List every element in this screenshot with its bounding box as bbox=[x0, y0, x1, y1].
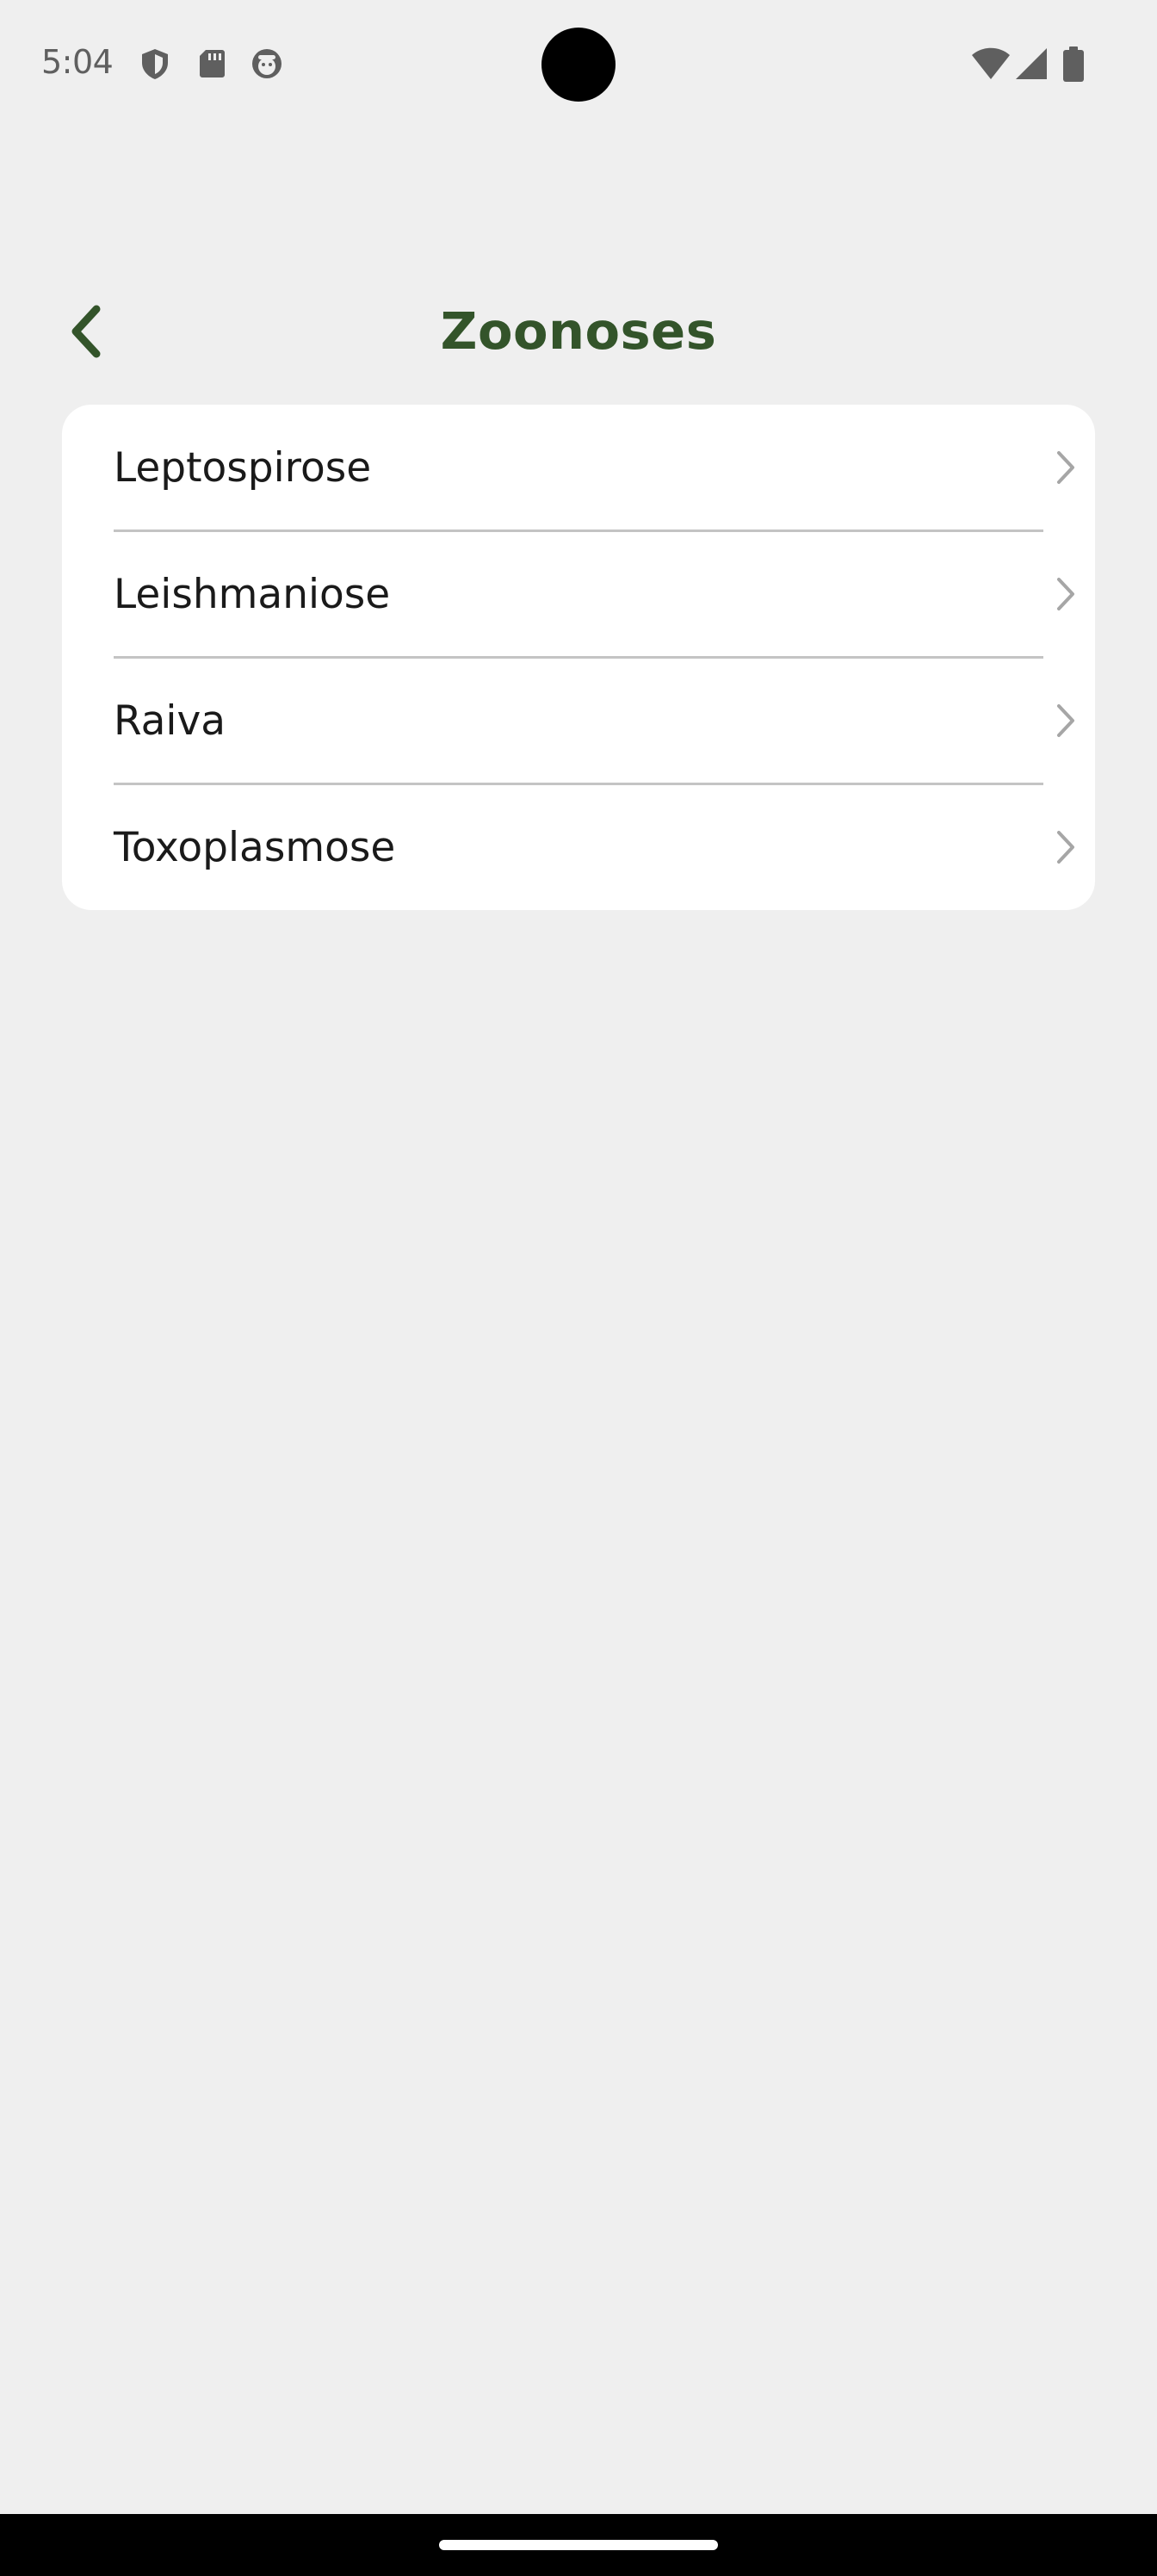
list-item-label: Raiva bbox=[114, 697, 226, 745]
cellular-signal-icon bbox=[1014, 46, 1049, 81]
chevron-right-icon bbox=[1054, 449, 1078, 486]
wifi-icon bbox=[971, 46, 1011, 83]
status-time: 5:04 bbox=[41, 43, 114, 81]
list-item-raiva[interactable]: Raiva bbox=[62, 658, 1095, 784]
shield-icon bbox=[138, 46, 172, 81]
zoonoses-list: Leptospirose Leishmaniose Raiva Toxoplas… bbox=[62, 405, 1095, 910]
chevron-right-icon bbox=[1054, 576, 1078, 612]
status-bar: 5:04 bbox=[0, 0, 1157, 129]
battery-icon bbox=[1062, 46, 1085, 83]
face-icon bbox=[250, 46, 284, 81]
home-indicator[interactable] bbox=[439, 2540, 718, 2550]
list-item-label: Toxoplasmose bbox=[114, 824, 396, 871]
list-item-label: Leptospirose bbox=[114, 444, 372, 492]
page-title: Zoonoses bbox=[440, 301, 717, 361]
list-item-label: Leishmaniose bbox=[114, 571, 391, 618]
list-item-toxoplasmose[interactable]: Toxoplasmose bbox=[62, 784, 1095, 910]
list-item-leishmaniose[interactable]: Leishmaniose bbox=[62, 531, 1095, 658]
list-item-leptospirose[interactable]: Leptospirose bbox=[62, 405, 1095, 531]
chevron-right-icon bbox=[1054, 829, 1078, 865]
chevron-right-icon bbox=[1054, 703, 1078, 739]
sd-card-icon bbox=[195, 46, 229, 81]
camera-cutout bbox=[541, 28, 616, 102]
